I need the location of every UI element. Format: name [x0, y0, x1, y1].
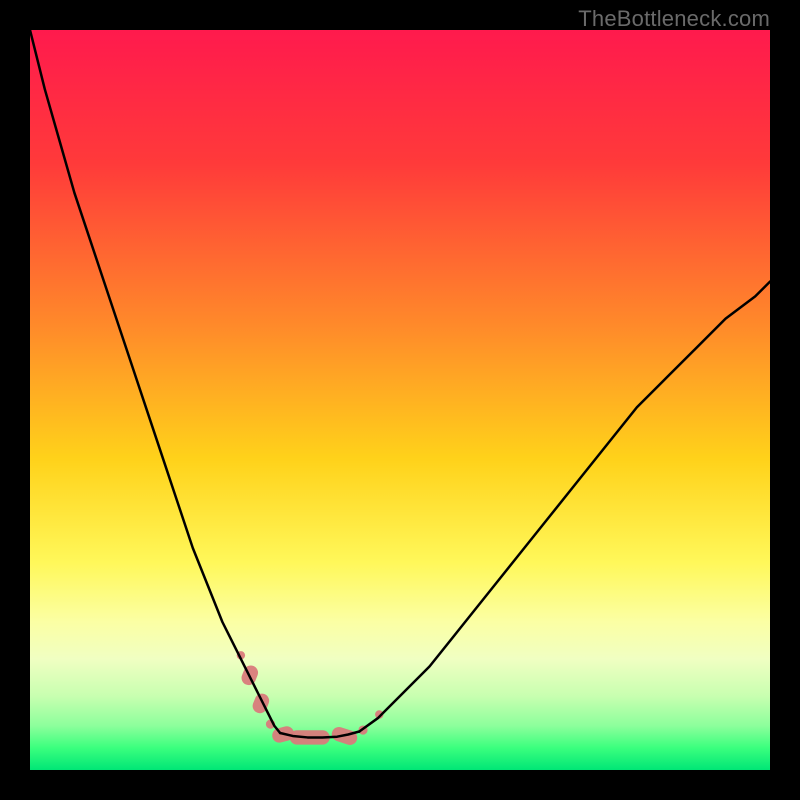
curve-layer	[30, 30, 770, 770]
chart-frame: TheBottleneck.com	[0, 0, 800, 800]
series-right-branch	[359, 282, 770, 732]
series-left-branch	[30, 30, 280, 733]
watermark-text: TheBottleneck.com	[578, 6, 770, 32]
plot-area	[30, 30, 770, 770]
lines-group	[30, 30, 770, 737]
markers-group	[237, 651, 384, 747]
